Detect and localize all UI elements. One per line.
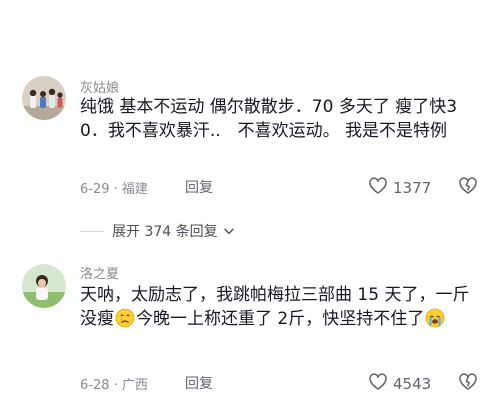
broken-heart-icon (458, 373, 478, 396)
dislike-button[interactable] (458, 176, 478, 200)
comment-meta: 6-29 · 福建 (80, 182, 148, 197)
reply-button[interactable]: 回复 (185, 373, 213, 393)
like-button[interactable]: 1377 (368, 176, 431, 200)
broken-heart-icon (458, 177, 478, 200)
like-count: 1377 (393, 179, 432, 197)
chevron-down-icon (222, 224, 236, 238)
dislike-button[interactable] (458, 372, 478, 396)
expand-replies-label: 展开 374 条回复 (112, 224, 218, 240)
comment-meta: 6-28 · 广西 (80, 378, 148, 393)
reply-button[interactable]: 回复 (185, 177, 213, 197)
comment-text-part: 今晚一上称还重了 2斤，快坚持不住了 (136, 309, 425, 329)
avatar[interactable] (22, 264, 66, 308)
heart-icon (368, 176, 388, 200)
like-button[interactable]: 4543 (368, 372, 431, 396)
username[interactable]: 灰姑娘 (80, 77, 119, 96)
divider (80, 230, 104, 232)
heart-icon (368, 372, 388, 396)
loudly-crying-face-emoji (425, 308, 445, 328)
like-count: 4543 (393, 375, 432, 393)
crying-face-emoji (115, 308, 135, 328)
comment-text: 天呐，太励志了，我跳帕梅拉三部曲 15 天了，一斤没瘦 今晚一上称还重了 2斤，快… (80, 283, 480, 331)
comment-text: 纯饿 基本不运动 偶尔散散步．70 多天了 瘦了快30．我不喜欢暴汗.. 不喜欢… (80, 97, 458, 141)
expand-replies-button[interactable]: 展开 374 条回复 (80, 221, 236, 241)
username[interactable]: 洛之夏 (80, 263, 119, 282)
avatar[interactable] (22, 76, 66, 120)
